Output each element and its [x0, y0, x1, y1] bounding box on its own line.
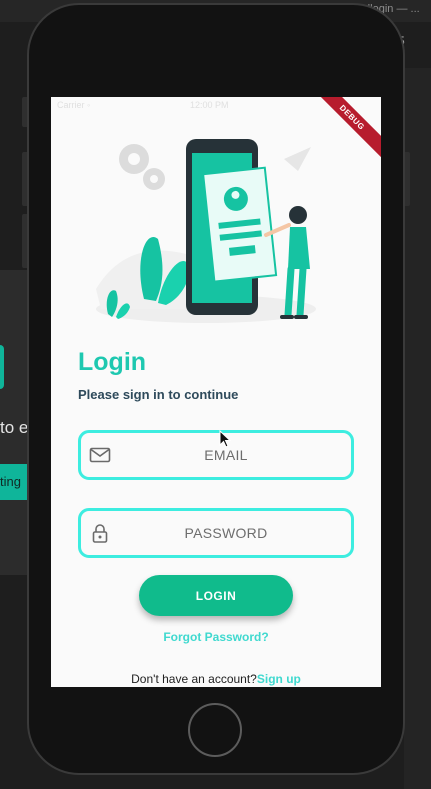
background-fragment-text: to e	[0, 418, 29, 437]
phone-power-button	[405, 152, 410, 206]
sign-up-link[interactable]: Sign up	[257, 672, 301, 686]
login-title: Login	[78, 348, 147, 376]
background-teal-block	[0, 345, 4, 389]
home-button[interactable]	[188, 703, 242, 757]
forgot-password-link[interactable]: Forgot Password?	[51, 630, 381, 644]
password-field[interactable]	[78, 508, 354, 558]
login-button[interactable]: LOGIN	[139, 575, 293, 616]
status-bar-carrier: Carrier ◦	[57, 100, 91, 110]
background-fragment-button-label: ting	[0, 474, 21, 489]
background-fragment-button[interactable]: ting	[0, 464, 30, 500]
signup-row: Don't have an account?Sign up	[51, 672, 381, 686]
mail-icon	[89, 447, 111, 463]
login-illustration	[96, 139, 316, 323]
app-screen: Carrier ◦ 12:00 PM DEBUG Login Please si…	[51, 97, 381, 687]
gear-icon	[119, 144, 165, 190]
mouse-cursor-icon	[219, 430, 231, 448]
status-bar-time: 12:00 PM	[190, 100, 229, 110]
password-input[interactable]	[121, 511, 331, 555]
lock-icon	[92, 524, 108, 543]
login-subtitle: Please sign in to continue	[78, 387, 239, 402]
email-field[interactable]	[78, 430, 354, 480]
no-account-text: Don't have an account?	[131, 672, 257, 686]
